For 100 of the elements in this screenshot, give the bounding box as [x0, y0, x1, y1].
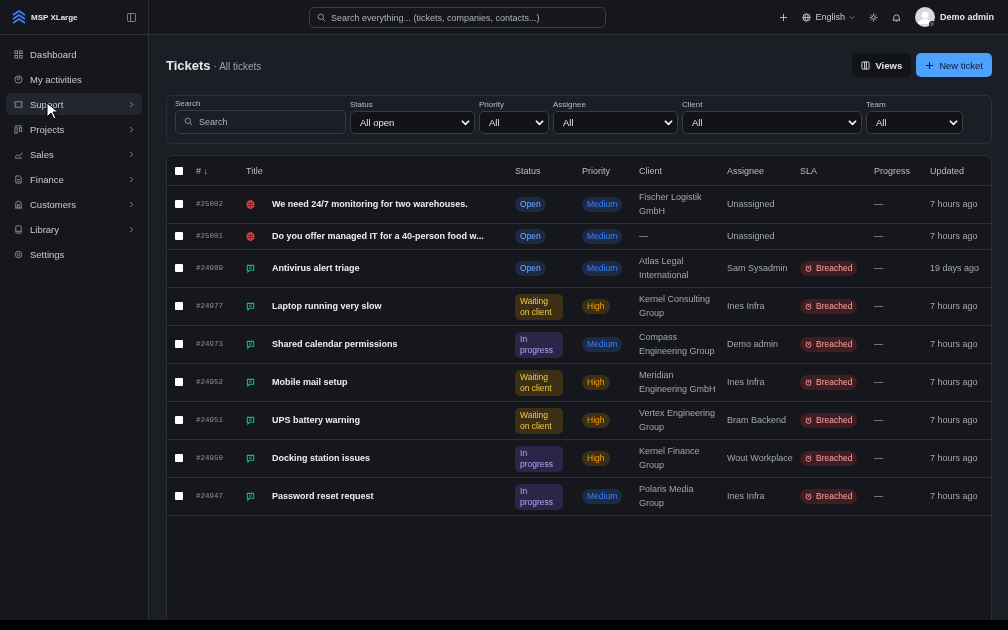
updated-time: 7 hours ago — [930, 376, 978, 387]
progress-value: — — [874, 230, 883, 241]
assignee-name: Unassigned — [727, 198, 775, 209]
column-header[interactable]: SLA — [800, 165, 818, 176]
ticket-title[interactable]: Password reset request — [272, 490, 374, 501]
filter-dropdown[interactable]: All open — [350, 111, 475, 134]
row-checkbox[interactable] — [175, 378, 183, 387]
assignee-name: Ines Infra — [727, 300, 765, 311]
sidebar-item[interactable]: Customers — [6, 193, 142, 215]
filter-label: Priority — [479, 100, 505, 109]
grid-icon — [14, 49, 23, 59]
caret-icon — [849, 14, 855, 20]
row-checkbox[interactable] — [175, 416, 183, 425]
updated-time: 7 hours ago — [930, 230, 978, 241]
filter-label: Client — [682, 100, 704, 109]
page-subtitle: · All tickets — [213, 61, 262, 72]
sidebar-item[interactable]: Finance — [6, 168, 142, 190]
progress-value: — — [874, 452, 883, 463]
updated-time: 7 hours ago — [930, 300, 978, 311]
assignee-name: Demo admin — [727, 338, 779, 349]
language-selector[interactable]: English — [802, 12, 855, 22]
ticket-title[interactable]: Shared calendar permissions — [272, 338, 398, 349]
chevron-down-icon — [949, 119, 958, 126]
status-badge: Waiting on client — [515, 293, 563, 320]
building-icon — [14, 199, 23, 209]
priority-badge: Medium — [582, 229, 623, 244]
views-button[interactable]: Views — [852, 53, 912, 77]
filter-label: Assignee — [553, 100, 587, 109]
settings-icon — [14, 249, 23, 259]
ticket-title[interactable]: Mobile mail setup — [272, 376, 348, 387]
column-header[interactable]: Client — [639, 165, 663, 176]
ticket-title[interactable]: We need 24/7 monitoring for two warehouses. — [272, 198, 468, 209]
ticket-title[interactable]: UPS battery warning — [272, 414, 361, 425]
sidebar-item[interactable]: Sales — [6, 143, 142, 165]
assignee-name: Bram Backend — [727, 414, 787, 425]
status-badge: In progress — [515, 483, 563, 510]
filter-dropdown[interactable]: All — [553, 111, 678, 134]
chevron-down-icon — [848, 119, 857, 126]
plus-icon[interactable] — [779, 12, 789, 22]
assignee-name: Ines Infra — [727, 490, 765, 501]
row-checkbox[interactable] — [175, 232, 183, 241]
sidebar-item[interactable]: Library — [6, 218, 142, 240]
logo-icon — [12, 10, 26, 24]
chevron-icon — [129, 175, 134, 183]
filter-dropdown[interactable]: All — [682, 111, 862, 134]
chevron-down-icon — [664, 119, 673, 126]
ticket-title[interactable]: Docking station issues — [272, 452, 371, 463]
priority-badge: Medium — [582, 197, 623, 212]
progress-value: — — [874, 300, 883, 311]
updated-time: 19 days ago — [930, 262, 980, 273]
client-name: Atlas Legal International — [639, 256, 689, 280]
column-header[interactable]: Priority — [582, 165, 611, 176]
sla-badge: Breached — [800, 374, 858, 390]
priority-badge: High — [582, 413, 610, 428]
column-header[interactable]: Status — [515, 165, 541, 176]
ticket-title[interactable]: Antivirus alert triage — [272, 262, 360, 273]
row-checkbox[interactable] — [175, 492, 183, 501]
client-name: Fischer Logistik GmbH — [639, 192, 702, 216]
status-badge: Waiting on client — [515, 407, 563, 434]
column-header[interactable]: Progress — [874, 165, 911, 176]
column-header[interactable]: Assignee — [727, 165, 765, 176]
chevron-icon — [129, 200, 134, 208]
avatar-icon[interactable] — [915, 7, 935, 27]
sidebar-item[interactable]: Projects — [6, 118, 142, 140]
progress-value: — — [874, 262, 883, 273]
client-name: Kernel Finance Group — [639, 446, 700, 470]
sidebar-toggle-icon[interactable] — [127, 12, 136, 22]
ticket-title[interactable]: Laptop running very slow — [272, 300, 382, 311]
row-checkbox[interactable] — [175, 302, 183, 311]
status-badge: In progress — [515, 331, 563, 358]
row-checkbox[interactable] — [175, 200, 183, 209]
sidebar-item[interactable]: Settings — [6, 243, 142, 265]
global-search-field[interactable]: Search everything... (tickets, companies, contacts...) — [309, 7, 606, 28]
priority-badge: High — [582, 299, 610, 314]
priority-badge: Medium — [582, 489, 623, 504]
kanban-icon — [14, 124, 23, 134]
filter-dropdown[interactable]: All — [866, 111, 963, 134]
column-header[interactable]: Title — [246, 165, 263, 176]
progress-value: — — [874, 338, 883, 349]
notification-bell-icon[interactable] — [892, 12, 901, 22]
sidebar-item[interactable]: Dashboard — [6, 43, 142, 65]
select-all-checkbox[interactable] — [175, 167, 183, 176]
chevron-icon — [129, 225, 134, 233]
theme-toggle-icon[interactable] — [869, 12, 878, 22]
priority-badge: Medium — [582, 337, 623, 352]
filter-label: Team — [866, 100, 887, 109]
row-checkbox[interactable] — [175, 264, 183, 273]
new-ticket-button[interactable]: New ticket — [916, 53, 992, 77]
search-field[interactable]: Search — [175, 110, 346, 134]
row-checkbox[interactable] — [175, 340, 183, 349]
filter-dropdown[interactable]: All — [479, 111, 549, 134]
columns-icon — [861, 60, 871, 70]
user-name[interactable]: Demo admin — [940, 12, 994, 22]
row-checkbox[interactable] — [175, 454, 183, 463]
column-header[interactable]: # ↓ — [196, 165, 208, 176]
status-badge: Open — [515, 197, 546, 212]
sidebar-item[interactable]: My activities — [6, 68, 142, 90]
column-header[interactable]: Updated — [930, 165, 965, 176]
chevron-icon — [129, 125, 134, 133]
ticket-title[interactable]: Do you offer managed IT for a 40-person food w... — [272, 230, 484, 241]
